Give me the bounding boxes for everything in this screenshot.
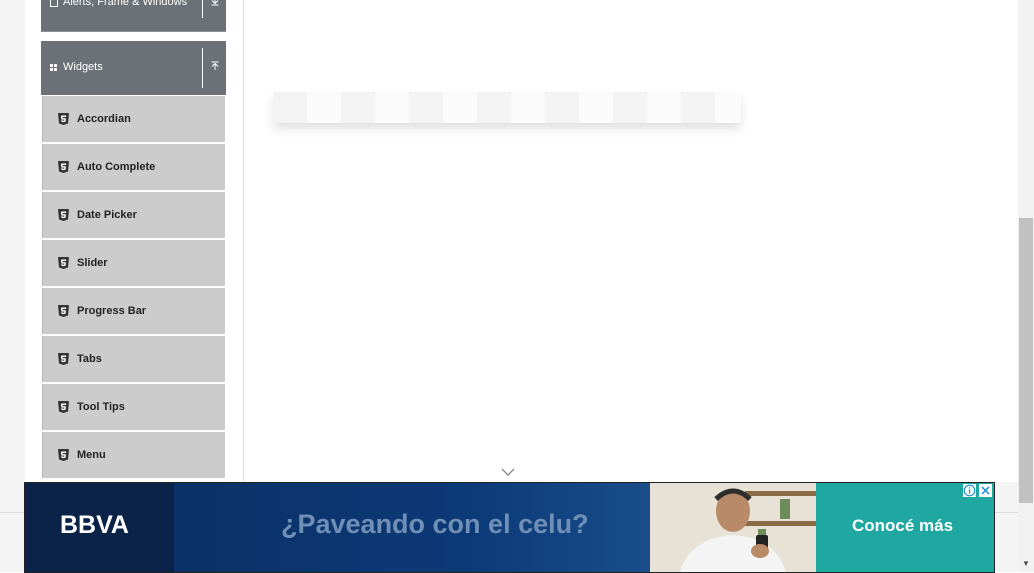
html5-icon [58, 257, 69, 269]
ad-photo [650, 483, 816, 572]
sidebar-item-label: Tool Tips [77, 401, 125, 413]
grid-icon [50, 64, 58, 72]
sidebar-item-tabs[interactable]: Tabs [42, 336, 225, 382]
sidebar-group-label: Widgets [63, 61, 103, 73]
html5-icon [58, 353, 69, 365]
info-icon[interactable] [963, 484, 976, 497]
sidebar-group-label: Alerts, Frame & Windows [63, 0, 188, 8]
brand-logo: BBVA [60, 511, 129, 539]
ad-brand-panel: BBVA [25, 483, 174, 572]
sidebar-item-tool-tips[interactable]: Tool Tips [42, 384, 225, 430]
sidebar-item-label: Date Picker [77, 209, 137, 221]
sidebar-item-date-picker[interactable]: Date Picker [42, 192, 225, 238]
ad-headline: ¿Paveando con el celu? [281, 509, 589, 539]
sidebar-item-menu[interactable]: Menu [42, 432, 225, 478]
expand-down-icon[interactable] [202, 0, 226, 18]
ad-banner[interactable]: BBVA ¿Paveando con el celu? Conocé más [24, 482, 995, 573]
scroll-down-arrow-icon[interactable]: ▼ [1018, 556, 1034, 572]
sidebar-item-progress-bar[interactable]: Progress Bar [42, 288, 225, 334]
sidebar-item-label: Slider [77, 257, 108, 269]
sidebar-group-widgets[interactable]: Widgets [41, 41, 226, 95]
sidebar-item-label: Accordian [77, 113, 131, 125]
sidebar: Alerts, Frame & Windows Widgets Accordia… [25, 0, 244, 482]
html5-icon [58, 209, 69, 221]
ad-placeholder-strip [273, 92, 741, 123]
sidebar-item-label: Auto Complete [77, 161, 156, 173]
ad-cta-label: Conocé más [852, 516, 954, 535]
html5-icon [58, 305, 69, 317]
sidebar-item-accordian[interactable]: Accordian [42, 96, 225, 142]
html5-icon [58, 449, 69, 461]
sidebar-item-slider[interactable]: Slider [42, 240, 225, 286]
sidebar-item-auto-complete[interactable]: Auto Complete [42, 144, 225, 190]
collapse-up-icon[interactable] [202, 48, 226, 88]
scrollbar-thumb[interactable] [1019, 218, 1033, 503]
html5-icon [58, 401, 69, 413]
window-icon [50, 0, 58, 7]
html5-icon [58, 113, 69, 125]
sidebar-group-alerts-frame-windows[interactable]: Alerts, Frame & Windows [41, 0, 226, 32]
chevron-down-icon[interactable] [499, 465, 517, 479]
sidebar-item-label: Progress Bar [77, 305, 147, 317]
close-icon[interactable] [979, 484, 992, 497]
sidebar-item-label: Tabs [77, 353, 102, 365]
sidebar-item-label: Menu [77, 449, 106, 461]
widgets-menu-list: Accordian Auto Complete Date Picker Slid… [42, 96, 225, 480]
html5-icon [58, 161, 69, 173]
